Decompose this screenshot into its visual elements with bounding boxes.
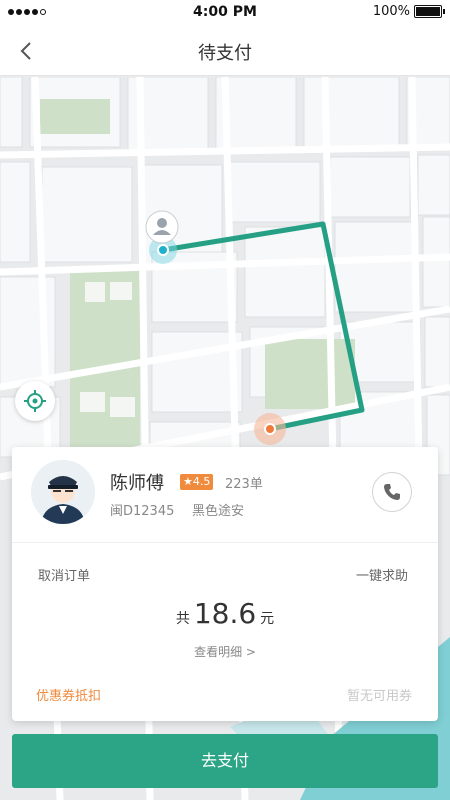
fare-detail-link[interactable]: 查看明细 >: [12, 643, 438, 660]
user-pin-icon: [145, 210, 179, 244]
driver-name: 陈师傅: [110, 473, 164, 494]
car-model: 黑色途安: [192, 504, 245, 519]
coupon-status: 暂无可用券: [346, 689, 412, 704]
destination-pin-icon: [254, 413, 286, 445]
battery-percent: 100%: [372, 4, 410, 19]
coupon-label[interactable]: 优惠券抵扣: [36, 685, 101, 704]
call-button[interactable]: [372, 472, 412, 512]
cancel-order-button[interactable]: 取消订单: [38, 565, 90, 584]
fare-amount: 18.6: [193, 597, 257, 630]
battery-icon: [414, 5, 445, 18]
card-divider: [12, 542, 438, 543]
rating-badge: ★4.5: [180, 474, 214, 490]
pay-button[interactable]: 去支付: [12, 734, 438, 788]
trip-count: 223单: [225, 477, 263, 492]
nav-bar: 待支付: [0, 26, 450, 76]
order-card: 陈师傅 ★4.5 223单 闽D12345 黑色途安 取消订单 一键求助 共 18…: [12, 447, 438, 721]
status-bar: 4:00 PM 100%: [0, 0, 450, 26]
fare-prefix: 共: [175, 611, 190, 627]
locate-button[interactable]: [15, 381, 55, 421]
sos-help-button[interactable]: 一键求助: [356, 565, 408, 584]
locate-icon: [24, 390, 46, 412]
page-title: 待支付: [198, 43, 252, 64]
fare-total: 共 18.6 元: [12, 597, 438, 630]
battery-indicator: 100%: [372, 4, 445, 19]
driver-avatar: [31, 460, 95, 524]
phone-icon: [384, 484, 400, 500]
fare-unit: 元: [260, 611, 275, 627]
license-plate: 闽D12345: [110, 504, 175, 519]
